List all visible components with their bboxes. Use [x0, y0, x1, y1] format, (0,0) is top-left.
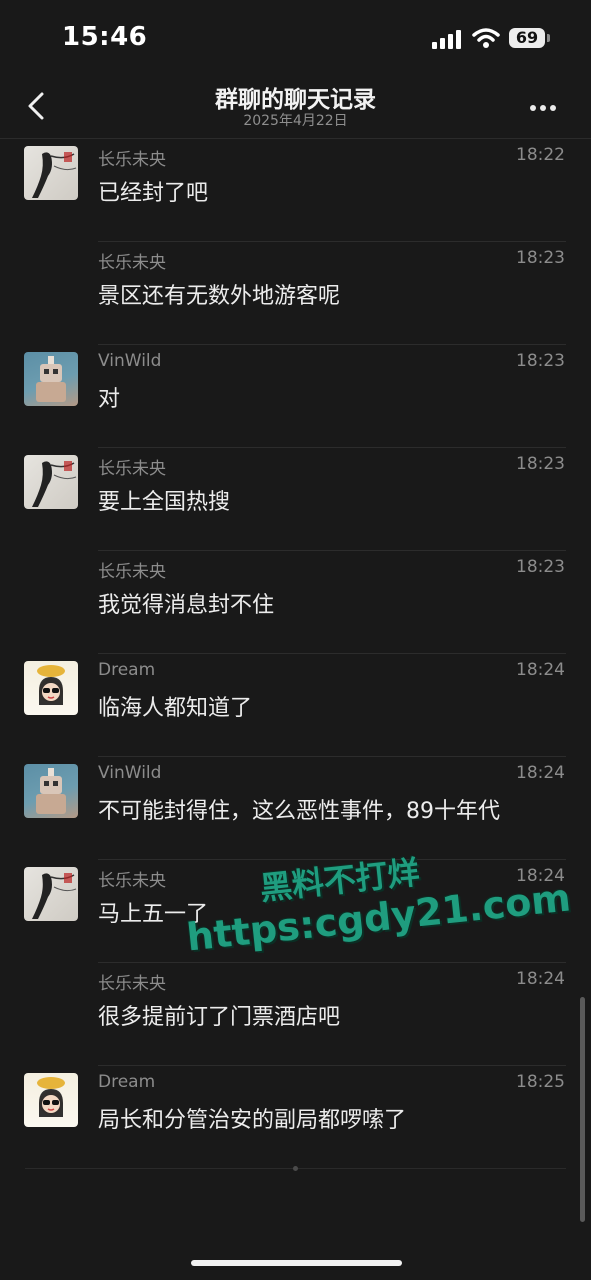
message-text[interactable]: 不可能封得住，这么恶性事件，89十年代 [98, 793, 571, 825]
home-indicator[interactable] [191, 1260, 402, 1266]
message-row[interactable]: VinWild 18:24 不可能封得住，这么恶性事件，89十年代 [0, 757, 591, 860]
message-text[interactable]: 景区还有无数外地游客呢 [98, 278, 571, 310]
message-time: 18:23 [516, 454, 565, 474]
message-row[interactable]: 长乐未央 18:24 很多提前订了门票酒店吧 [0, 963, 591, 1066]
battery-tip [547, 34, 550, 42]
message-sender: Dream [98, 660, 156, 680]
chat-history-list: 长乐未央 18:22 已经封了吧 长乐未央 18:23 景区还有无数外地游客呢 … [0, 139, 591, 1169]
avatar-cartoon-girl[interactable] [24, 661, 78, 715]
message-row[interactable]: 长乐未央 18:23 景区还有无数外地游客呢 [0, 242, 591, 345]
message-text[interactable]: 要上全国热搜 [98, 484, 571, 516]
message-sender: 长乐未央 [98, 253, 166, 273]
message-time: 18:24 [516, 866, 565, 886]
list-end-dot [293, 1166, 298, 1171]
more-options-icon[interactable] [530, 96, 566, 116]
page-subtitle-date: 2025年4月22日 [243, 113, 348, 129]
avatar-robot-art[interactable] [24, 352, 78, 406]
message-text[interactable]: 马上五一了 [98, 896, 571, 928]
message-row[interactable]: Dream 18:25 局长和分管治安的副局都啰嗦了 [0, 1066, 591, 1169]
avatar-robot-art[interactable] [24, 764, 78, 818]
message-sender: Dream [98, 1072, 156, 1092]
nav-bar: 群聊的聊天记录 2025年4月22日 [0, 76, 591, 139]
message-sender: VinWild [98, 351, 162, 371]
message-time: 18:24 [516, 660, 565, 680]
message-time: 18:25 [516, 1072, 565, 1092]
message-text[interactable]: 我觉得消息封不住 [98, 587, 571, 619]
avatar-ink-painting[interactable] [24, 146, 78, 200]
message-time: 18:24 [516, 763, 565, 783]
page-title: 群聊的聊天记录 [215, 87, 376, 113]
message-time: 18:23 [516, 351, 565, 371]
message-row[interactable]: 长乐未央 18:23 我觉得消息封不住 [0, 551, 591, 654]
message-text[interactable]: 局长和分管治安的副局都啰嗦了 [98, 1102, 571, 1134]
message-sender: 长乐未央 [98, 974, 166, 994]
message-sender: 长乐未央 [98, 459, 166, 479]
message-row[interactable]: 长乐未央 18:22 已经封了吧 [0, 139, 591, 242]
message-time: 18:23 [516, 557, 565, 577]
message-text[interactable]: 很多提前订了门票酒店吧 [98, 999, 571, 1031]
avatar-ink-painting[interactable] [24, 455, 78, 509]
message-sender: 长乐未央 [98, 562, 166, 582]
status-time: 15:46 [62, 22, 148, 52]
message-text[interactable]: 对 [98, 381, 571, 413]
scrollbar[interactable] [580, 997, 585, 1222]
message-text[interactable]: 已经封了吧 [98, 175, 571, 207]
cellular-signal-icon [432, 30, 461, 49]
message-sender: 长乐未央 [98, 871, 166, 891]
message-sender: 长乐未央 [98, 150, 166, 170]
message-time: 18:24 [516, 969, 565, 989]
message-row[interactable]: VinWild 18:23 对 [0, 345, 591, 448]
message-row[interactable]: Dream 18:24 临海人都知道了 [0, 654, 591, 757]
wifi-icon [472, 28, 500, 48]
message-row[interactable]: 长乐未央 18:24 马上五一了 [0, 860, 591, 963]
message-row[interactable]: 长乐未央 18:23 要上全国热搜 [0, 448, 591, 551]
avatar-cartoon-girl[interactable] [24, 1073, 78, 1127]
battery-level: 69 [509, 28, 545, 48]
avatar-ink-painting[interactable] [24, 867, 78, 921]
message-text[interactable]: 临海人都知道了 [98, 690, 571, 722]
status-bar: 15:46 69 [0, 0, 591, 76]
message-time: 18:22 [516, 145, 565, 165]
message-sender: VinWild [98, 763, 162, 783]
message-time: 18:23 [516, 248, 565, 268]
